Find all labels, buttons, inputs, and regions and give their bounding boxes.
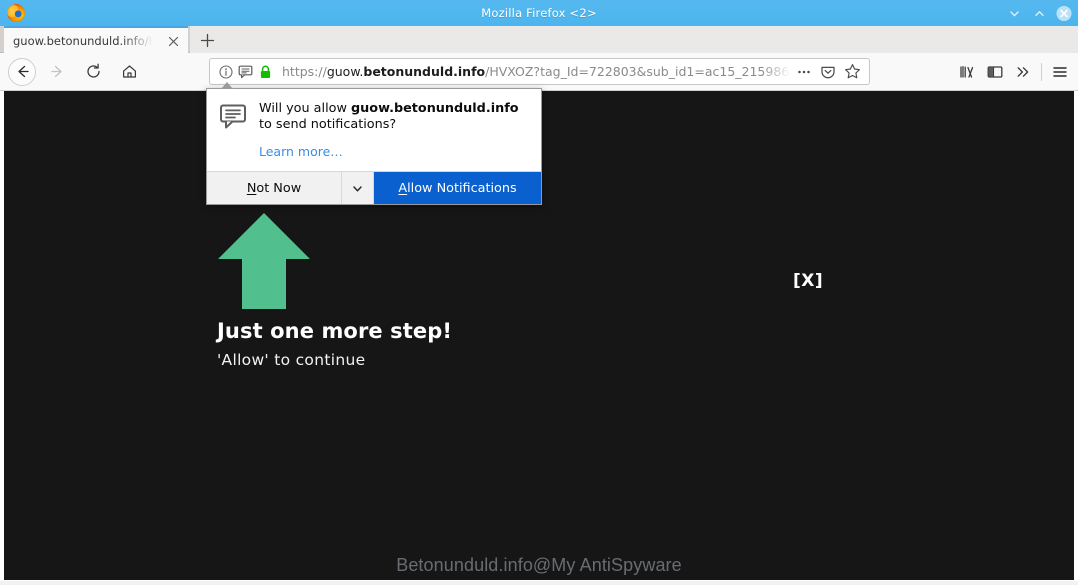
back-button[interactable] [8,57,36,86]
chevron-down-icon[interactable] [342,172,374,204]
popup-body: Will you allow guow.betonunduld.info to … [207,89,541,171]
learn-more-link[interactable]: Learn more… [259,144,343,159]
popup-text-block: Will you allow guow.betonunduld.info to … [259,101,527,160]
page-bottom-strip [0,581,1078,585]
allow-accesskey: A [398,180,408,196]
fake-close-button[interactable]: [X] [793,271,823,291]
watermark-text: Betonunduld.info@My AntiSpyware [396,555,682,575]
title-bar: Mozilla Firefox <2> [0,0,1078,26]
sidebar-icon[interactable] [981,59,1009,85]
not-now-accesskey: N [246,180,257,196]
page-subheadline: 'Allow' to continue [217,351,366,369]
tab-strip-empty-area [190,26,1078,53]
maximize-button[interactable] [1031,5,1047,21]
close-button[interactable] [1056,5,1072,21]
padlock-icon[interactable] [257,63,274,80]
notification-permission-popup: Will you allow guow.betonunduld.info to … [206,82,542,205]
toolbar-separator [1041,62,1042,81]
permission-message: Will you allow guow.betonunduld.info to … [259,101,527,133]
message-suffix: to send notifications? [259,117,397,132]
reload-button[interactable] [78,57,108,87]
home-button[interactable] [114,57,144,87]
tab-strip: guow.betonunduld.info/HVXOZ [0,26,1078,53]
browser-tab-active[interactable]: guow.betonunduld.info/HVXOZ [4,26,188,53]
message-prefix: Will you allow [259,101,352,116]
browser-window: Mozilla Firefox <2> guow.betonunduld.inf… [0,0,1078,585]
new-tab-button[interactable] [196,29,218,51]
double-chevron-right-icon[interactable] [1009,59,1037,85]
url-text[interactable]: https://guow.betonunduld.info/HVXOZ?tag_… [282,64,791,79]
not-now-button[interactable]: Not Now [207,172,342,204]
close-icon[interactable] [166,34,181,49]
message-domain: guow.betonunduld.info [351,101,519,116]
window-controls [1006,0,1072,26]
allow-notifications-button[interactable]: Allow Notifications [374,172,541,204]
allow-label-rest: llow Notifications [407,180,517,196]
info-circle-icon[interactable] [217,63,234,80]
tab-title: guow.betonunduld.info/HVXOZ [13,33,153,48]
window-title: Mozilla Firefox <2> [481,6,597,20]
pocket-icon[interactable] [817,61,839,83]
up-arrow-icon [216,211,312,311]
minimize-button[interactable] [1006,5,1022,21]
star-icon[interactable] [841,61,863,83]
page-headline: Just one more step! [217,319,453,343]
notification-bubble-icon [219,101,249,160]
forward-button[interactable] [42,57,72,87]
popup-button-row: Not Now Allow Notifications [207,171,541,204]
toolbar-right-group [953,58,1074,85]
library-icon[interactable] [953,59,981,85]
notification-bubble-icon[interactable] [237,63,254,80]
hamburger-menu-icon[interactable] [1046,59,1074,85]
page-actions-ellipsis-icon[interactable] [793,61,815,83]
not-now-label-rest: ot Now [256,180,302,196]
firefox-logo-icon [7,4,25,22]
url-bar[interactable]: https://guow.betonunduld.info/HVXOZ?tag_… [209,58,870,85]
